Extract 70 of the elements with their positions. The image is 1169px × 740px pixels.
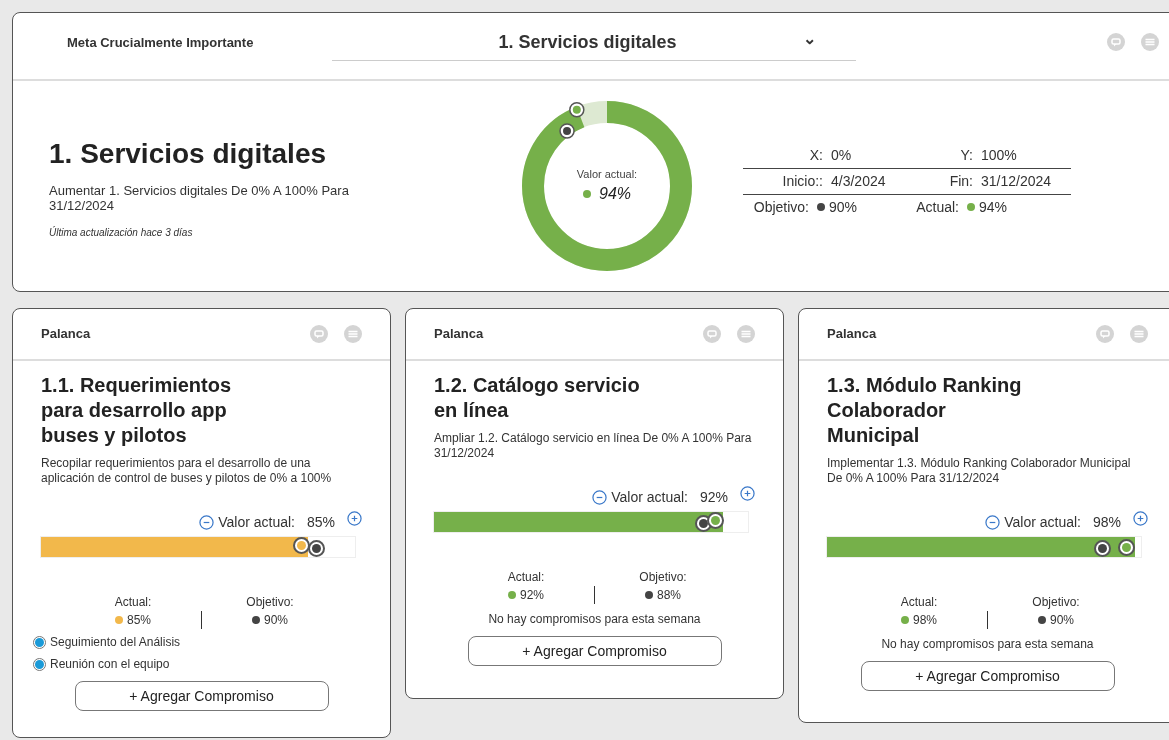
value-text: 92% [699, 488, 728, 507]
lever-title: 1.2. Catálogo servicio en línea [434, 373, 641, 423]
update-note: Última actualización hace 3 días [49, 225, 194, 240]
lever-title: 1.3. Módulo Ranking Colaborador Municipal [827, 373, 1023, 448]
card-header: Palanca [827, 325, 877, 344]
stat-label: Actual: [915, 197, 959, 217]
chat-icon[interactable] [703, 325, 721, 343]
target-marker [559, 123, 575, 139]
goal-title: 1. Servicios digitales [49, 136, 328, 171]
empty-note: No hay compromisos para esta semana [880, 636, 1095, 653]
menu-icon[interactable] [1141, 33, 1159, 51]
goal-description: Aumentar 1. Servicios digitales De 0% A 100% Para 31/12/2024 [49, 182, 350, 213]
stat-label: Objetivo: [752, 197, 809, 217]
card-header: Palanca [434, 325, 484, 344]
donut-value: 94% [599, 184, 631, 205]
actual-label: Actual: [900, 594, 938, 611]
increase-button[interactable] [740, 486, 755, 501]
commitment-radio[interactable]: Reunión con el equipo [33, 655, 362, 673]
actual-marker [569, 102, 585, 118]
actual-label: Actual: [114, 594, 152, 611]
menu-icon[interactable] [344, 325, 362, 343]
increase-button[interactable] [347, 511, 362, 526]
lever-description: Recopilar requerimientos para el desarrollo de una aplicación de control de buses y pilotos de 0% a 100% [41, 456, 333, 486]
add-commitment-button[interactable]: + Agregar Compromiso [860, 661, 1115, 691]
value-label: Valor actual: [1004, 513, 1081, 532]
stat-label: Y: [959, 145, 973, 165]
add-commitment-button[interactable]: + Agregar Compromiso [74, 681, 329, 711]
increase-button[interactable] [1133, 511, 1148, 526]
card-header: Palanca [41, 325, 91, 344]
value-label: Valor actual: [218, 513, 295, 532]
stat-label: Fin: [948, 171, 973, 191]
stat-value: 31/12/2024 [981, 171, 1053, 191]
stat-value: 100% [981, 145, 1018, 165]
add-commitment-button[interactable]: + Agregar Compromiso [467, 636, 722, 666]
decrease-button[interactable] [199, 515, 215, 530]
value-label: Valor actual: [611, 488, 688, 507]
actual-value: 98% [901, 611, 937, 629]
chat-icon[interactable] [1107, 33, 1125, 51]
commitment-radio[interactable]: Seguimiento del Análisis [33, 633, 362, 651]
lever-title: 1.1. Requerimientos para desarrollo app buses y pilotos [41, 373, 233, 448]
stat-label: Inicio:: [781, 171, 823, 191]
stat-label: X: [808, 145, 823, 165]
target-label: Objetivo: [246, 594, 294, 611]
actual-value: 92% [508, 586, 544, 604]
value-text: 98% [1092, 513, 1121, 532]
decrease-button[interactable] [592, 490, 608, 505]
section-label: Meta Crucialmente Importante [67, 34, 255, 52]
goal-selector[interactable]: 1. Servicios digitales ⌄ [332, 13, 856, 61]
chat-icon[interactable] [1096, 325, 1114, 343]
decrease-button[interactable] [985, 515, 1001, 530]
stat-value: 90% [817, 196, 881, 218]
target-value: 90% [252, 611, 288, 629]
stat-value: 4/3/2024 [831, 171, 887, 191]
lever-description: Implementar 1.3. Módulo Ranking Colaborador Municipal De 0% A 100% Para 31/12/2024 [827, 456, 1132, 486]
chat-icon[interactable] [310, 325, 328, 343]
stat-value: 0% [831, 145, 853, 165]
value-text: 85% [306, 513, 335, 532]
menu-icon[interactable] [1130, 325, 1148, 343]
target-value: 90% [1038, 611, 1074, 629]
actual-label: Actual: [507, 569, 545, 586]
stat-value: 94% [967, 196, 1057, 218]
actual-value: 85% [115, 611, 151, 629]
donut-label: Valor actual: [576, 166, 638, 182]
empty-note: No hay compromisos para esta semana [487, 611, 702, 628]
caret-icon: ⌄ [803, 26, 816, 51]
menu-icon[interactable] [737, 325, 755, 343]
target-value: 88% [645, 586, 681, 604]
target-label: Objetivo: [1032, 594, 1080, 611]
target-label: Objetivo: [639, 569, 687, 586]
lever-description: Ampliar 1.2. Catálogo servicio en línea De 0% A 100% Para 31/12/2024 [434, 431, 753, 461]
